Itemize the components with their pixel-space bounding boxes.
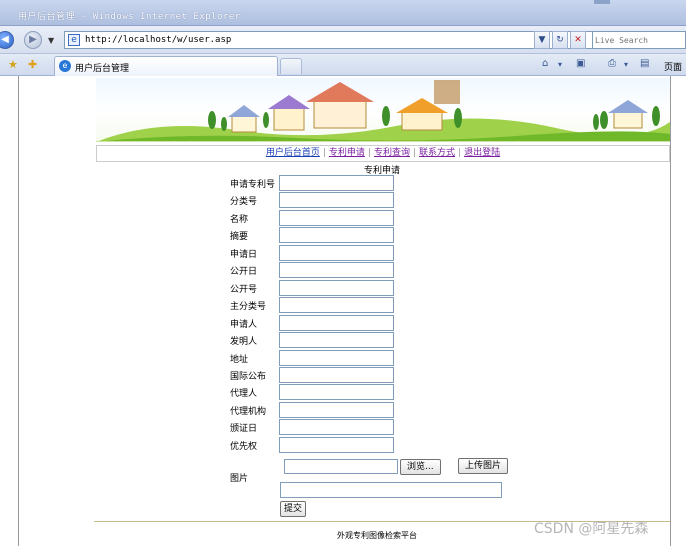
address-toolbar: ◀ ▶ ▼ e http://localhost/w/user.asp ▼ ↻ … <box>0 26 686 54</box>
field-label: 摘要 <box>230 232 249 242</box>
field-label: 代理人 <box>230 389 258 399</box>
nav-link-apply[interactable]: 专利申请 <box>329 148 365 158</box>
publication-date-input[interactable] <box>279 262 394 278</box>
history-dropdown-icon[interactable]: ▼ <box>48 36 54 45</box>
page-icon: e <box>68 34 80 46</box>
patent-number-input[interactable] <box>279 175 394 191</box>
window-titlebar: 用户后台管理 - Windows Internet Explorer <box>0 0 686 26</box>
window-title: 用户后台管理 - Windows Internet Explorer <box>18 12 241 22</box>
field-label: 名称 <box>230 215 249 225</box>
search-input[interactable] <box>595 32 685 48</box>
field-label: 优先权 <box>230 442 258 452</box>
print-icon[interactable]: ⎙ <box>608 58 616 69</box>
print-dropdown-icon[interactable]: ▾ <box>624 60 628 69</box>
address-field[interactable]: e http://localhost/w/user.asp <box>64 31 604 49</box>
agent-input[interactable] <box>279 384 394 400</box>
watermark: CSDN @阿星先森 <box>534 521 649 537</box>
submit-button[interactable]: 提交 <box>280 501 307 517</box>
feeds-icon[interactable]: ▣ <box>576 58 585 69</box>
refresh-icon[interactable]: ↻ <box>552 31 568 49</box>
home-dropdown-icon[interactable]: ▾ <box>558 60 562 69</box>
browse-button[interactable]: 浏览... <box>400 459 441 475</box>
tab-label: 用户后台管理 <box>75 64 130 74</box>
nav-link-query[interactable]: 专利查询 <box>374 148 410 158</box>
applicant-input[interactable] <box>279 315 394 331</box>
home-icon[interactable]: ⌂ <box>542 58 548 69</box>
intl-publication-input[interactable] <box>279 367 394 383</box>
add-favorites-icon[interactable]: ✚ <box>28 58 37 71</box>
field-label: 主分类号 <box>230 302 267 312</box>
nav-separator: | <box>458 148 462 158</box>
nav-link-home[interactable]: 用户后台首页 <box>266 148 320 158</box>
field-label: 申请专利号 <box>230 180 276 190</box>
field-label: 代理机构 <box>230 407 267 417</box>
agency-input[interactable] <box>279 402 394 418</box>
abstract-input[interactable] <box>279 227 394 243</box>
upload-image-button[interactable]: 上传图片 <box>458 458 509 474</box>
publication-number-input[interactable] <box>279 280 394 296</box>
address-url[interactable]: http://localhost/w/user.asp <box>85 35 231 45</box>
house-icon <box>608 100 648 129</box>
grant-date-input[interactable] <box>279 419 394 435</box>
field-label: 颁证日 <box>230 424 258 434</box>
live-search-box[interactable] <box>592 31 686 49</box>
address-input[interactable] <box>279 350 394 366</box>
new-tab-button[interactable] <box>280 58 302 74</box>
field-label: 申请人 <box>230 320 258 330</box>
house-icon <box>306 82 374 129</box>
address-dropdown-icon[interactable]: ▼ <box>534 31 550 49</box>
field-label: 发明人 <box>230 337 258 347</box>
inventor-input[interactable] <box>279 332 394 348</box>
field-label: 地址 <box>230 355 249 365</box>
field-label: 国际公布 <box>230 372 267 382</box>
nav-separator: | <box>322 148 326 158</box>
file-path-field[interactable] <box>284 459 398 474</box>
content-right-border <box>670 76 671 546</box>
back-button[interactable]: ◀ <box>0 31 14 49</box>
application-date-input[interactable] <box>279 245 394 261</box>
stop-icon[interactable]: ✕ <box>570 31 586 49</box>
tab-user-admin[interactable]: e 用户后台管理 <box>54 56 278 76</box>
priority-input[interactable] <box>279 437 394 453</box>
main-class-input[interactable] <box>279 297 394 313</box>
titlebar-control[interactable] <box>594 0 610 4</box>
tab-bar: ★ ✚ e 用户后台管理 ⌂ ▾ ▣ ⎙ ▾ ▤ 页面 <box>0 54 686 76</box>
page-menu-icon[interactable]: ▤ <box>640 58 649 69</box>
favorites-star-icon[interactable]: ★ <box>8 58 18 71</box>
class-number-input[interactable] <box>279 192 394 208</box>
user-nav-links: 用户后台首页 | 专利申请 | 专利查询 | 联系方式 | 退出登陆 <box>96 145 670 162</box>
page-menu-label[interactable]: 页面 <box>664 60 682 73</box>
name-input[interactable] <box>279 210 394 226</box>
image-label: 图片 <box>230 474 249 484</box>
banner-image <box>96 78 670 142</box>
nav-link-logout[interactable]: 退出登陆 <box>464 148 500 158</box>
field-label: 申请日 <box>230 250 258 260</box>
image-path-input[interactable] <box>280 482 502 498</box>
field-label: 公开日 <box>230 267 258 277</box>
content-left-border <box>18 76 19 546</box>
nav-link-contact[interactable]: 联系方式 <box>419 148 455 158</box>
field-label: 分类号 <box>230 197 258 207</box>
footer-text: 外观专利图像检索平台 <box>337 531 417 540</box>
ie-icon: e <box>59 60 71 72</box>
field-label: 公开号 <box>230 285 258 295</box>
house-icon <box>268 95 310 131</box>
house-icon <box>228 105 260 133</box>
forward-button[interactable]: ▶ <box>24 31 42 49</box>
nav-separator: | <box>367 148 371 158</box>
nav-separator: | <box>413 148 417 158</box>
